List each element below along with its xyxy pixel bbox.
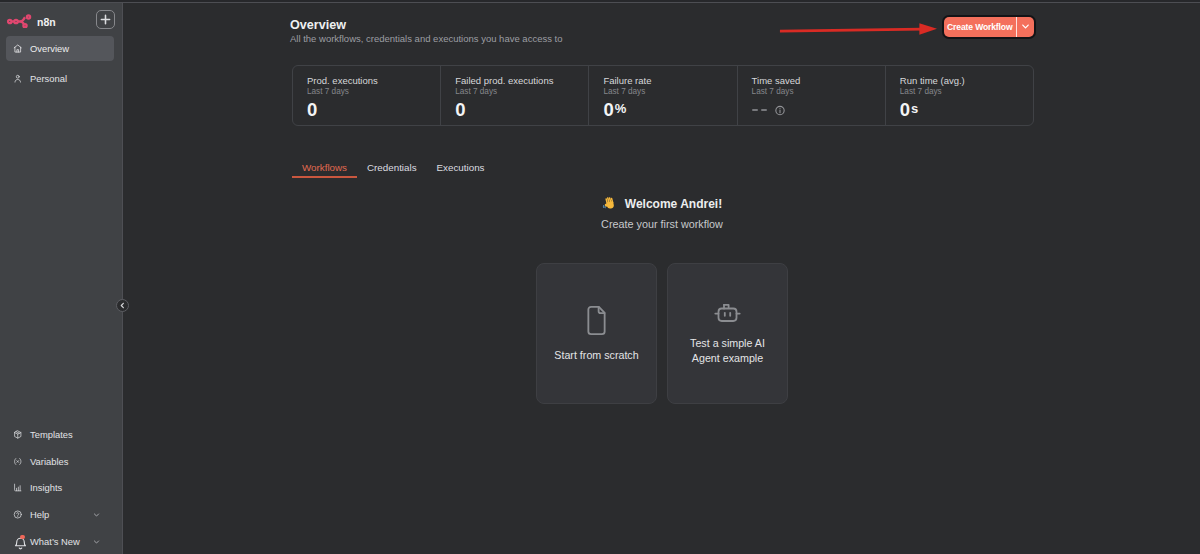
stat-period: Last 7 days [455, 87, 582, 97]
chevron-down-icon [93, 538, 100, 545]
dash [761, 109, 768, 111]
stat-label: Time saved [752, 75, 879, 86]
welcome-title-text: Welcome Andrei! [625, 197, 722, 211]
starter-cards-row: Start from scratch Test a simple AI Agen… [124, 263, 1200, 404]
chart-icon [13, 483, 23, 493]
stat-run-time: Run time (avg.) Last 7 days 0s [885, 66, 1033, 125]
welcome-subtitle: Create your first workflow [124, 218, 1200, 230]
robot-icon [714, 301, 741, 324]
sidebar-item-whats-new[interactable]: What’s New [6, 528, 114, 554]
sidebar-item-label: Variables [30, 456, 68, 467]
tab-workflows[interactable]: Workflows [292, 160, 357, 178]
user-icon [13, 74, 23, 84]
stat-failed-executions: Failed prod. executions Last 7 days 0 [440, 66, 588, 125]
stat-value: 0 [307, 102, 434, 117]
card-label: Test a simple AI Agent example [677, 336, 778, 365]
stat-period: Last 7 days [752, 87, 879, 97]
waving-hand-emoji [602, 196, 617, 211]
welcome-title: Welcome Andrei! [124, 196, 1200, 212]
add-workflow-button[interactable] [96, 10, 115, 29]
stat-failure-rate: Failure rate Last 7 days 0% [588, 66, 736, 125]
stat-value: 0% [603, 102, 730, 117]
card-ai-agent-example[interactable]: Test a simple AI Agent example [667, 263, 788, 404]
stat-value: 0s [900, 102, 1027, 117]
tab-executions[interactable]: Executions [427, 160, 495, 178]
sidebar-item-label: Personal [30, 73, 67, 84]
stat-value: 0 [455, 102, 582, 117]
stat-empty-value [752, 102, 879, 117]
sidebar-item-label: Insights [30, 482, 62, 493]
tab-credentials[interactable]: Credentials [357, 160, 427, 178]
dash [752, 109, 759, 111]
create-workflow-caret-button[interactable] [1017, 17, 1035, 38]
sidebar-item-templates[interactable]: Templates [6, 421, 114, 448]
brand-name: n8n [37, 16, 56, 29]
sidebar-item-label: Templates [30, 429, 73, 440]
sidebar-item-overview[interactable]: Overview [6, 36, 114, 61]
package-icon [13, 430, 23, 440]
chevron-left-icon [119, 302, 126, 309]
stat-period: Last 7 days [900, 87, 1027, 97]
sidebar-item-label: What’s New [30, 536, 80, 547]
plus-icon [100, 14, 111, 25]
sidebar-header: n8n [0, 3, 122, 37]
sidebar-item-label: Overview [30, 43, 69, 54]
stats-strip: Prod. executions Last 7 days 0 Failed pr… [292, 65, 1034, 126]
notification-dot [20, 535, 25, 540]
stat-label: Failure rate [603, 75, 730, 86]
info-icon[interactable] [775, 105, 785, 115]
stat-label: Failed prod. executions [455, 75, 582, 86]
page-subtitle: All the workflows, credentials and execu… [290, 33, 562, 45]
resource-tabs: Workflows Credentials Executions [292, 160, 495, 178]
stat-label: Prod. executions [307, 75, 434, 86]
home-icon [13, 44, 23, 54]
page-title: Overview [290, 18, 346, 33]
stat-period: Last 7 days [307, 87, 434, 97]
n8n-overview-page: n8n Overview Personal [0, 0, 1200, 554]
variable-icon [13, 456, 23, 466]
stat-prod-executions: Prod. executions Last 7 days 0 [293, 66, 440, 125]
chevron-down-icon [1021, 22, 1030, 31]
sidebar-item-insights[interactable]: Insights [6, 474, 114, 501]
sidebar-item-help[interactable]: Help [6, 501, 114, 528]
stat-label: Run time (avg.) [900, 75, 1027, 86]
help-icon [13, 510, 23, 520]
chevron-down-icon [93, 511, 100, 518]
create-workflow-label[interactable]: Create Workflow [944, 17, 1016, 38]
window-top-strip [0, 0, 1200, 3]
stat-period: Last 7 days [603, 87, 730, 97]
n8n-logo-icon [7, 14, 31, 27]
sidebar-item-label: Help [30, 509, 49, 520]
sidebar-item-variables[interactable]: Variables [6, 448, 114, 475]
sidebar-nav-top: Overview Personal [6, 36, 114, 91]
bell-icon [13, 536, 23, 546]
card-label: Start from scratch [554, 348, 638, 363]
sidebar-collapse-button[interactable] [116, 299, 129, 312]
create-workflow-button[interactable]: Create Workflow [944, 17, 1034, 38]
stat-time-saved: Time saved Last 7 days [737, 66, 885, 125]
sidebar: n8n Overview Personal [0, 3, 123, 554]
card-start-from-scratch[interactable]: Start from scratch [536, 263, 657, 404]
document-icon [585, 305, 608, 336]
sidebar-item-personal[interactable]: Personal [6, 66, 114, 91]
sidebar-nav-bottom: Templates Variables Insights Help [6, 421, 114, 554]
